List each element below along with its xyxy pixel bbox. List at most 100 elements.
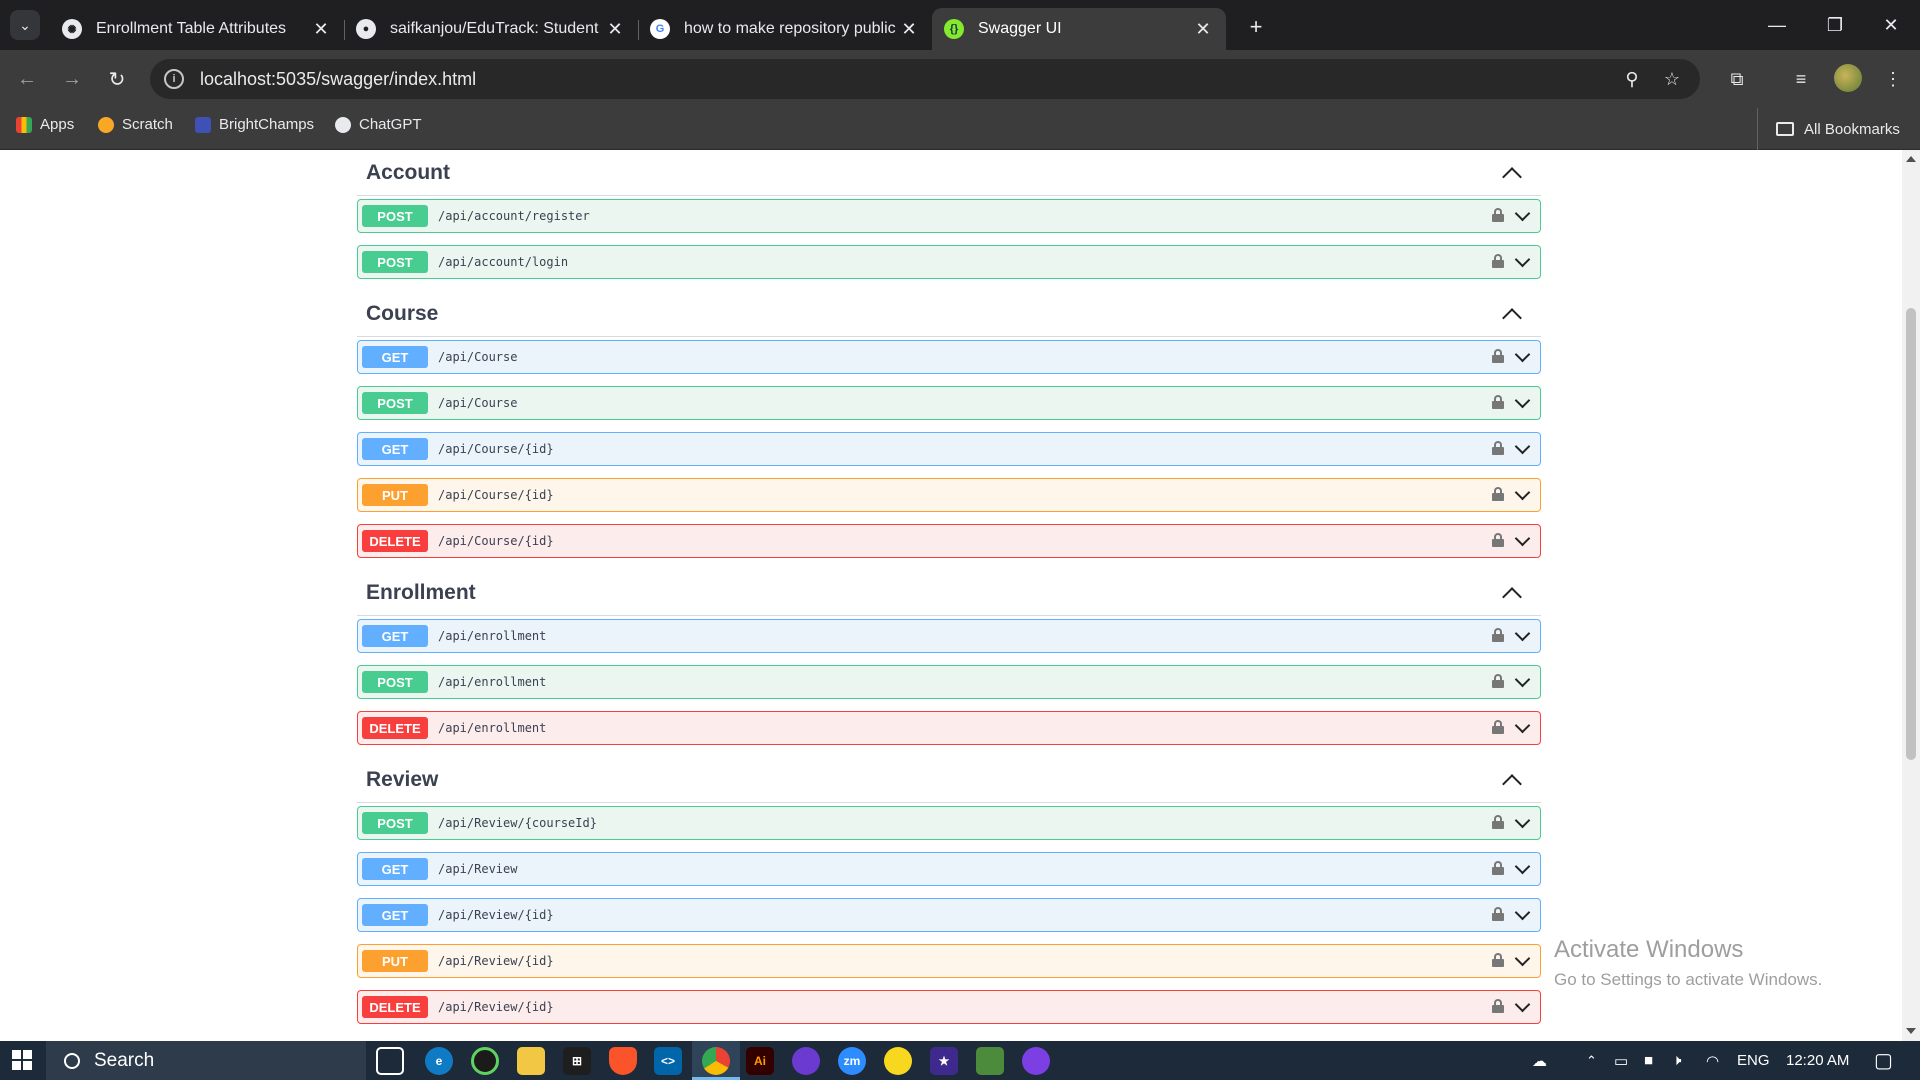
defender-icon[interactable]: ■ (1644, 1041, 1653, 1080)
tab-search-button[interactable]: ⌄ (10, 10, 40, 40)
chrome-icon[interactable] (702, 1047, 730, 1075)
operation-row[interactable]: POST /api/Review/{courseId} (357, 806, 1541, 840)
tab-google-search[interactable]: G how to make repository public ✕ (638, 8, 932, 50)
volume-icon[interactable]: 🕨 (1672, 1041, 1681, 1080)
chevron-up-icon[interactable] (1502, 773, 1522, 794)
tab-enrollment-attributes[interactable]: ✺ Enrollment Table Attributes ✕ (50, 8, 345, 50)
close-icon[interactable]: ✕ (604, 18, 626, 40)
lock-icon[interactable] (1492, 815, 1504, 829)
lock-icon[interactable] (1492, 999, 1504, 1013)
close-icon[interactable]: ✕ (898, 18, 920, 40)
back-button[interactable]: ← (12, 64, 42, 94)
group-header[interactable]: Enrollment (357, 570, 1541, 616)
notifications-icon[interactable]: ▢ (1874, 1041, 1893, 1080)
operation-row[interactable]: GET /api/Review (357, 852, 1541, 886)
bookmark-star-icon[interactable]: ☆ (1657, 64, 1687, 94)
operation-row[interactable]: DELETE /api/Course/{id} (357, 524, 1541, 558)
media-controls-icon[interactable]: ≡ (1786, 64, 1816, 94)
operation-row[interactable]: GET /api/Course (357, 340, 1541, 374)
operation-row[interactable]: PUT /api/Course/{id} (357, 478, 1541, 512)
scroll-down-arrow[interactable] (1906, 1028, 1916, 1034)
lock-icon[interactable] (1492, 953, 1504, 967)
group-header[interactable]: Course (357, 291, 1541, 337)
app-icon-green[interactable] (471, 1047, 499, 1075)
all-bookmarks-button[interactable]: All Bookmarks (1757, 108, 1900, 150)
file-explorer-icon[interactable] (517, 1047, 545, 1075)
tab-github[interactable]: ● saifkanjou/EduTrack: Student En ✕ (344, 8, 639, 50)
scratch-icon (98, 116, 114, 133)
vscode-icon[interactable]: <> (654, 1047, 682, 1075)
lock-icon[interactable] (1492, 720, 1504, 734)
edge-icon[interactable]: e (425, 1047, 453, 1075)
lock-icon[interactable] (1492, 395, 1504, 409)
github-desktop-icon[interactable] (1022, 1047, 1050, 1075)
app-icon-star[interactable]: ★ (930, 1047, 958, 1075)
bookmark-brightchamps[interactable]: BrightChamps (195, 116, 314, 133)
lock-icon[interactable] (1492, 441, 1504, 455)
reload-button[interactable]: ↻ (102, 64, 132, 94)
lock-icon[interactable] (1492, 674, 1504, 688)
url-text[interactable]: localhost:5035/swagger/index.html (200, 69, 476, 90)
store-icon[interactable]: ⊞ (563, 1047, 591, 1075)
chevron-up-icon[interactable] (1502, 586, 1522, 607)
zoom-app-icon[interactable]: zm (838, 1047, 866, 1075)
forward-button[interactable]: → (57, 64, 87, 94)
tab-swagger-ui[interactable]: {} Swagger UI ✕ (932, 8, 1226, 50)
windows-start-icon[interactable] (12, 1050, 32, 1070)
close-window-button[interactable]: ✕ (1862, 0, 1920, 50)
lock-icon[interactable] (1492, 487, 1504, 501)
site-info-icon[interactable]: i (164, 69, 184, 89)
group-header[interactable]: Account (357, 150, 1541, 196)
group-header[interactable]: Review (357, 757, 1541, 803)
operation-row[interactable]: POST /api/Course (357, 386, 1541, 420)
task-view-icon[interactable] (376, 1047, 404, 1075)
operation-row[interactable]: DELETE /api/enrollment (357, 711, 1541, 745)
lock-icon[interactable] (1492, 628, 1504, 642)
page-scrollbar[interactable] (1902, 150, 1920, 1041)
chevron-up-icon[interactable] (1502, 166, 1522, 187)
extensions-icon[interactable]: ⧉ (1722, 64, 1752, 94)
snapchat-icon[interactable] (884, 1047, 912, 1075)
clock[interactable]: 12:20 AM (1786, 1041, 1849, 1080)
operation-row[interactable]: GET /api/enrollment (357, 619, 1541, 653)
bookmark-apps[interactable]: Apps (16, 116, 74, 133)
brave-icon[interactable] (609, 1047, 637, 1075)
lock-icon[interactable] (1492, 349, 1504, 363)
illustrator-icon[interactable]: Ai (746, 1047, 774, 1075)
operation-row[interactable]: POST /api/enrollment (357, 665, 1541, 699)
menu-icon[interactable]: ⋮ (1878, 64, 1908, 94)
weather-icon[interactable]: ☁ (1532, 1041, 1547, 1080)
operation-row[interactable]: POST /api/account/register (357, 199, 1541, 233)
taskbar-search[interactable]: Search (46, 1041, 366, 1080)
close-icon[interactable]: ✕ (310, 18, 332, 40)
battery-icon[interactable]: ▭ (1614, 1041, 1628, 1080)
lock-icon[interactable] (1492, 254, 1504, 268)
lock-icon[interactable] (1492, 208, 1504, 222)
lock-icon[interactable] (1492, 907, 1504, 921)
profile-avatar[interactable] (1834, 64, 1862, 92)
app-icon-multi[interactable] (976, 1047, 1004, 1075)
minimize-button[interactable]: — (1748, 0, 1806, 50)
operation-row[interactable]: GET /api/Course/{id} (357, 432, 1541, 466)
app-icon-purple[interactable] (792, 1047, 820, 1075)
lock-icon[interactable] (1492, 533, 1504, 547)
operation-path: /api/Review/{id} (438, 1000, 554, 1014)
restore-button[interactable]: ❐ (1806, 0, 1864, 50)
operation-row[interactable]: POST /api/account/login (357, 245, 1541, 279)
scroll-up-arrow[interactable] (1906, 156, 1916, 162)
tray-chevron-icon[interactable]: ⌃ (1586, 1041, 1597, 1080)
bookmark-scratch[interactable]: Scratch (98, 116, 173, 133)
wifi-icon[interactable]: ◠ (1706, 1041, 1719, 1080)
operation-row[interactable]: PUT /api/Review/{id} (357, 944, 1541, 978)
close-icon[interactable]: ✕ (1192, 18, 1214, 40)
language-indicator[interactable]: ENG (1737, 1041, 1770, 1080)
new-tab-button[interactable]: + (1242, 14, 1270, 40)
address-bar[interactable]: i localhost:5035/swagger/index.html (150, 59, 1700, 99)
lock-icon[interactable] (1492, 861, 1504, 875)
chevron-up-icon[interactable] (1502, 307, 1522, 328)
operation-row[interactable]: DELETE /api/Review/{id} (357, 990, 1541, 1024)
zoom-icon[interactable]: ⚲ (1617, 64, 1647, 94)
operation-row[interactable]: GET /api/Review/{id} (357, 898, 1541, 932)
scroll-thumb[interactable] (1906, 308, 1916, 760)
bookmark-chatgpt[interactable]: ChatGPT (335, 116, 422, 133)
